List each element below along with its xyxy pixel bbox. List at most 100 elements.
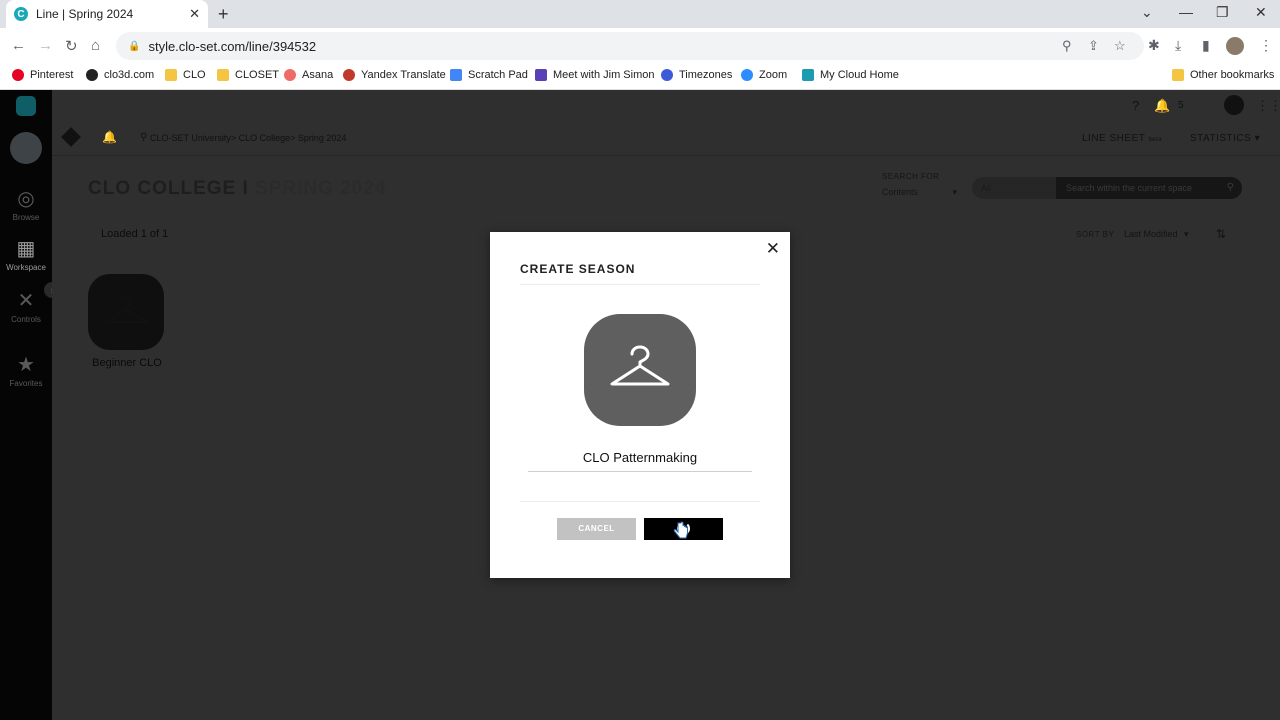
folder-icon	[217, 69, 229, 81]
sidebar-item-browse[interactable]: ◎ Browse	[0, 186, 52, 222]
page-subtitle: SPRING 2024	[255, 178, 387, 199]
side-panel-icon[interactable]: ▮	[1202, 37, 1210, 54]
browser-chrome: C Line | Spring 2024 ✕ + ⌄ — ❐ ✕ ← → ↻ ⌂…	[0, 0, 1280, 90]
hand-cursor-icon	[673, 521, 688, 539]
extensions-icon[interactable]: ✱	[1148, 37, 1160, 54]
sidebar-item-workspace[interactable]: ▦ Workspace	[0, 236, 52, 272]
chevron-down-icon: ▾	[1184, 229, 1189, 239]
bookmarks-bar: Pinterest clo3d.com CLO CLOSET Asana Yan…	[0, 64, 1280, 90]
close-icon[interactable]: ✕	[766, 239, 780, 259]
pinterest-icon	[12, 69, 24, 81]
tab-title: Line | Spring 2024	[36, 7, 134, 21]
beta-badge: beta	[1148, 137, 1163, 143]
apps-grid-icon[interactable]: ⋮⋮	[1256, 98, 1280, 114]
statistics-button[interactable]: STATISTICS ▾	[1190, 133, 1260, 144]
bookmark-timezones[interactable]: Timezones	[661, 69, 732, 81]
profile-avatar[interactable]	[1226, 37, 1244, 55]
search-for-label: SEARCH FOR	[882, 172, 940, 181]
bookmark-meet[interactable]: Meet with Jim Simon	[535, 69, 654, 81]
create-season-dialog: ✕ CREATE SEASON CLO Patternmaking CANCEL	[490, 232, 790, 578]
folder-icon	[165, 69, 177, 81]
breadcrumb[interactable]: CLO-SET University> CLO College> Spring …	[150, 133, 346, 143]
loaded-count: Loaded 1 of 1	[101, 228, 169, 240]
hanger-icon	[104, 295, 148, 323]
calendar-icon	[535, 69, 547, 81]
reload-icon[interactable]: ↻	[65, 37, 78, 55]
yandex-icon	[343, 69, 355, 81]
address-bar-row: ← → ↻ ⌂ 🔒 style.clo-set.com/line/394532 …	[0, 28, 1280, 64]
sidebar-item-favorites[interactable]: ★ Favorites	[0, 352, 52, 388]
breadcrumb-bar: 🔔 ⚲ CLO-SET University> CLO College> Spr…	[52, 120, 1280, 156]
back-icon[interactable]: ←	[11, 37, 26, 54]
sort-order-icon[interactable]: ⇅	[1216, 227, 1226, 241]
season-card[interactable]	[88, 274, 164, 350]
season-thumbnail[interactable]	[584, 314, 696, 426]
bookmark-star-icon[interactable]: ☆	[1114, 38, 1126, 54]
tab-search-icon[interactable]: ⌄	[1141, 4, 1153, 21]
window-close-icon[interactable]: ✕	[1255, 4, 1267, 21]
clo3d-icon	[86, 69, 98, 81]
bookmark-clo[interactable]: CLO	[165, 69, 206, 81]
bookmark-zoom[interactable]: Zoom	[741, 69, 787, 81]
navigate-icon[interactable]	[61, 127, 81, 147]
sort-by-dropdown[interactable]: Last Modified ▾	[1124, 229, 1189, 240]
title-separator: I	[242, 178, 249, 199]
account-avatar[interactable]	[1224, 95, 1244, 115]
chevron-down-icon: ▾	[952, 187, 958, 197]
create-button[interactable]	[644, 518, 723, 540]
zoom-app-icon	[741, 69, 753, 81]
user-avatar[interactable]	[10, 132, 42, 164]
divider	[520, 501, 760, 502]
search-icon[interactable]: ⚲	[1227, 182, 1234, 193]
share-icon[interactable]: ⇪	[1088, 38, 1099, 54]
closet-logo[interactable]	[16, 96, 36, 116]
browser-tab[interactable]: C Line | Spring 2024 ✕	[6, 0, 208, 28]
menu-kebab-icon[interactable]: ⋮	[1259, 37, 1273, 54]
space-bell-icon[interactable]: 🔔	[102, 130, 117, 144]
compass-icon: ◎	[17, 188, 35, 210]
cancel-button[interactable]: CANCEL	[557, 518, 636, 540]
bookmark-scratch-pad[interactable]: Scratch Pad	[450, 69, 528, 81]
season-name-input[interactable]: CLO Patternmaking	[528, 448, 752, 472]
notifications-bell-icon[interactable]: 🔔	[1154, 98, 1170, 114]
left-sidebar: ◎ Browse ▦ Workspace ✕ Controls ★ Favori…	[0, 90, 60, 720]
hanger-icon	[610, 345, 670, 386]
bookmark-closet[interactable]: CLOSET	[217, 69, 279, 81]
line-sheet-button[interactable]: LINE SHEET beta	[1082, 133, 1162, 144]
search-for-dropdown[interactable]: Contents ▾	[882, 187, 957, 198]
star-icon: ★	[17, 354, 35, 376]
dialog-title: CREATE SEASON	[520, 262, 636, 276]
omnibox[interactable]: 🔒 style.clo-set.com/line/394532 ⚲ ⇪ ☆	[116, 32, 1144, 60]
download-icon[interactable]: ⤓	[1175, 37, 1181, 54]
cloud-icon	[802, 69, 814, 81]
url-text: style.clo-set.com/line/394532	[148, 38, 317, 54]
help-icon[interactable]: ?	[1132, 98, 1139, 113]
new-tab-icon[interactable]: +	[218, 4, 229, 25]
filter-dropdown[interactable]: All	[972, 177, 1056, 199]
season-card-label[interactable]: Beginner CLO	[82, 357, 172, 369]
timezones-icon	[661, 69, 673, 81]
tab-close-icon[interactable]: ✕	[189, 6, 200, 22]
tab-strip: C Line | Spring 2024 ✕ + ⌄ — ❐ ✕	[0, 0, 1280, 28]
asana-icon	[284, 69, 296, 81]
docs-icon	[450, 69, 462, 81]
zoom-icon[interactable]: ⚲	[1062, 38, 1072, 54]
folder-icon	[1172, 69, 1184, 81]
bookmark-pinterest[interactable]: Pinterest	[12, 69, 73, 81]
clo-favicon-icon: C	[14, 7, 28, 21]
bookmark-mycloud[interactable]: My Cloud Home	[802, 69, 899, 81]
home-icon[interactable]: ⌂	[91, 37, 100, 54]
bookmark-asana[interactable]: Asana	[284, 69, 333, 81]
lock-icon: 🔒	[128, 40, 141, 52]
minimize-icon[interactable]: —	[1179, 4, 1193, 20]
bookmark-clo3d[interactable]: clo3d.com	[86, 69, 154, 81]
location-pin-icon: ⚲	[140, 132, 148, 143]
maximize-icon[interactable]: ❐	[1216, 4, 1229, 21]
bookmark-yandex[interactable]: Yandex Translate	[343, 69, 446, 81]
divider	[520, 284, 760, 285]
forward-icon[interactable]: →	[38, 37, 53, 54]
other-bookmarks[interactable]: Other bookmarks	[1172, 69, 1274, 81]
grid-icon: ▦	[16, 238, 36, 260]
sort-by-label: SORT BY	[1076, 230, 1115, 239]
search-input[interactable]: Search within the current space ⚲	[1056, 177, 1242, 199]
